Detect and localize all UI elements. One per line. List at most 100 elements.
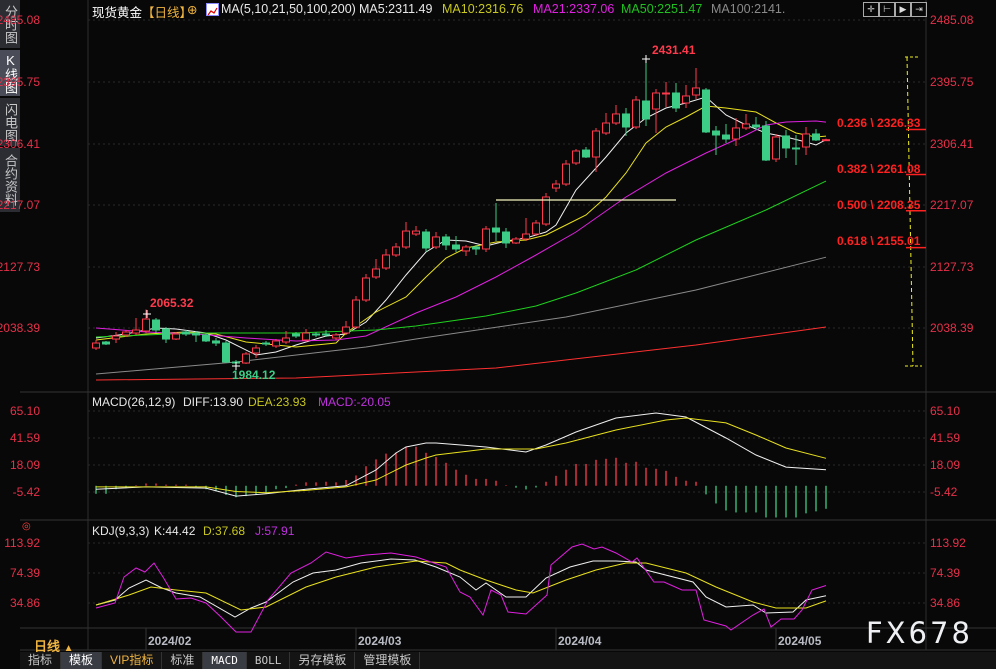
date-label: 2024/02 bbox=[148, 634, 192, 648]
candle bbox=[632, 95, 640, 129]
zoom-in-icon[interactable]: ⊢ bbox=[879, 2, 895, 17]
candle bbox=[562, 160, 570, 187]
macd-title: MACD(26,12,9) bbox=[92, 395, 176, 409]
macd-left-label: 41.59 bbox=[9, 431, 40, 445]
target-icon[interactable]: ◎ bbox=[22, 521, 31, 532]
candle bbox=[542, 192, 550, 227]
high-marker bbox=[143, 310, 151, 318]
tab-manage-template[interactable]: 管理模板 bbox=[355, 652, 421, 669]
candle-body bbox=[602, 122, 610, 134]
candle-body bbox=[702, 89, 710, 133]
watermark-logo: FX678 bbox=[866, 616, 973, 650]
macd-dea-value: DEA:23.93 bbox=[248, 395, 307, 409]
candle bbox=[412, 226, 420, 237]
candle bbox=[512, 236, 520, 245]
kdj-left-label: 34.86 bbox=[9, 596, 40, 610]
candle bbox=[192, 331, 200, 342]
candle-body bbox=[512, 238, 520, 244]
tab-vip-indicator[interactable]: VIP指标 bbox=[102, 652, 163, 669]
tab-save-template[interactable]: 另存模板 bbox=[290, 652, 356, 669]
candle-body bbox=[362, 277, 370, 301]
right-price-label: 2485.08 bbox=[930, 13, 974, 27]
candle-body bbox=[192, 332, 200, 336]
candle bbox=[372, 258, 380, 279]
macd-left-label: -5.42 bbox=[12, 485, 40, 499]
candle bbox=[492, 202, 500, 241]
crosshair-icon[interactable]: ⊕ bbox=[187, 2, 197, 17]
candle bbox=[382, 248, 390, 271]
ma100-value: MA100:2141. bbox=[711, 2, 786, 16]
move-icon[interactable]: ✛ bbox=[863, 2, 879, 17]
candle-body bbox=[542, 196, 550, 225]
candle-body bbox=[282, 337, 290, 343]
fib-level-label: 0.236 \ 2326.33 bbox=[837, 116, 921, 130]
candle-body bbox=[452, 244, 460, 250]
candle-body bbox=[692, 87, 700, 96]
left-price-label: 2395.75 bbox=[0, 75, 40, 89]
left-price-label: 2485.08 bbox=[0, 13, 40, 27]
candle-body bbox=[432, 236, 440, 248]
macd-panel-plot bbox=[95, 412, 827, 518]
candle-body bbox=[92, 342, 100, 349]
candle-body bbox=[442, 236, 450, 246]
candle-body bbox=[382, 254, 390, 269]
ma21-value: MA21:2337.06 bbox=[533, 2, 615, 16]
candle bbox=[432, 232, 440, 249]
diff-line bbox=[95, 412, 827, 497]
tab-indicator[interactable]: 指标 bbox=[20, 652, 62, 669]
candle-body bbox=[352, 299, 360, 328]
candle-body bbox=[472, 246, 480, 250]
candle-body bbox=[482, 228, 490, 250]
candle bbox=[582, 146, 590, 158]
ma50-value: MA50:2251.47 bbox=[621, 2, 703, 16]
kdj-right-label: 113.92 bbox=[930, 536, 966, 550]
candle bbox=[642, 57, 650, 126]
candle bbox=[742, 113, 750, 130]
candle bbox=[482, 226, 490, 253]
play-icon[interactable]: ▶ bbox=[895, 2, 911, 17]
candle-body bbox=[372, 268, 380, 278]
tab-macd[interactable]: MACD bbox=[203, 652, 247, 669]
peak-marker bbox=[642, 55, 650, 63]
dea-line bbox=[96, 417, 827, 494]
kdj-left-label: 74.39 bbox=[9, 566, 40, 580]
tab-boll[interactable]: BOLL bbox=[247, 652, 291, 669]
candle bbox=[782, 129, 790, 159]
left-price-label: 2127.73 bbox=[0, 260, 40, 274]
symbol-title: 现货黄金 bbox=[92, 6, 143, 20]
candle bbox=[772, 133, 780, 163]
candle bbox=[732, 118, 740, 146]
tab-template[interactable]: 模板 bbox=[61, 652, 103, 669]
candle bbox=[152, 317, 160, 334]
candle-body bbox=[792, 147, 800, 150]
candle-body bbox=[572, 150, 580, 164]
right-price-label: 2395.75 bbox=[930, 75, 974, 89]
candle-body bbox=[262, 342, 270, 345]
candle bbox=[342, 321, 350, 335]
date-label: 2024/05 bbox=[778, 634, 822, 648]
candle-body bbox=[522, 233, 530, 240]
candle-body bbox=[162, 328, 170, 340]
high-annotation: 2065.32 bbox=[150, 296, 194, 310]
candle-body bbox=[142, 318, 150, 332]
chart-canvas[interactable] bbox=[0, 0, 996, 669]
candle bbox=[602, 113, 610, 135]
candle bbox=[332, 333, 340, 340]
exit-icon[interactable]: ⇥ bbox=[911, 2, 927, 17]
candle-body bbox=[122, 331, 130, 336]
right-price-label: 2038.39 bbox=[930, 321, 974, 335]
candle-body bbox=[392, 246, 400, 256]
candle bbox=[392, 242, 400, 257]
candle-body bbox=[322, 333, 330, 336]
candle-body bbox=[662, 92, 670, 95]
k-line bbox=[95, 558, 827, 618]
candle-body bbox=[822, 139, 830, 142]
fib-level-label: 0.500 \ 2208.35 bbox=[837, 198, 921, 212]
tab-standard[interactable]: 标准 bbox=[162, 652, 204, 669]
candle-body bbox=[712, 130, 720, 136]
candle bbox=[252, 345, 260, 358]
chart-icon[interactable] bbox=[206, 3, 219, 16]
left-price-label: 2217.07 bbox=[0, 198, 40, 212]
candle-body bbox=[422, 231, 430, 249]
candle bbox=[402, 221, 410, 249]
